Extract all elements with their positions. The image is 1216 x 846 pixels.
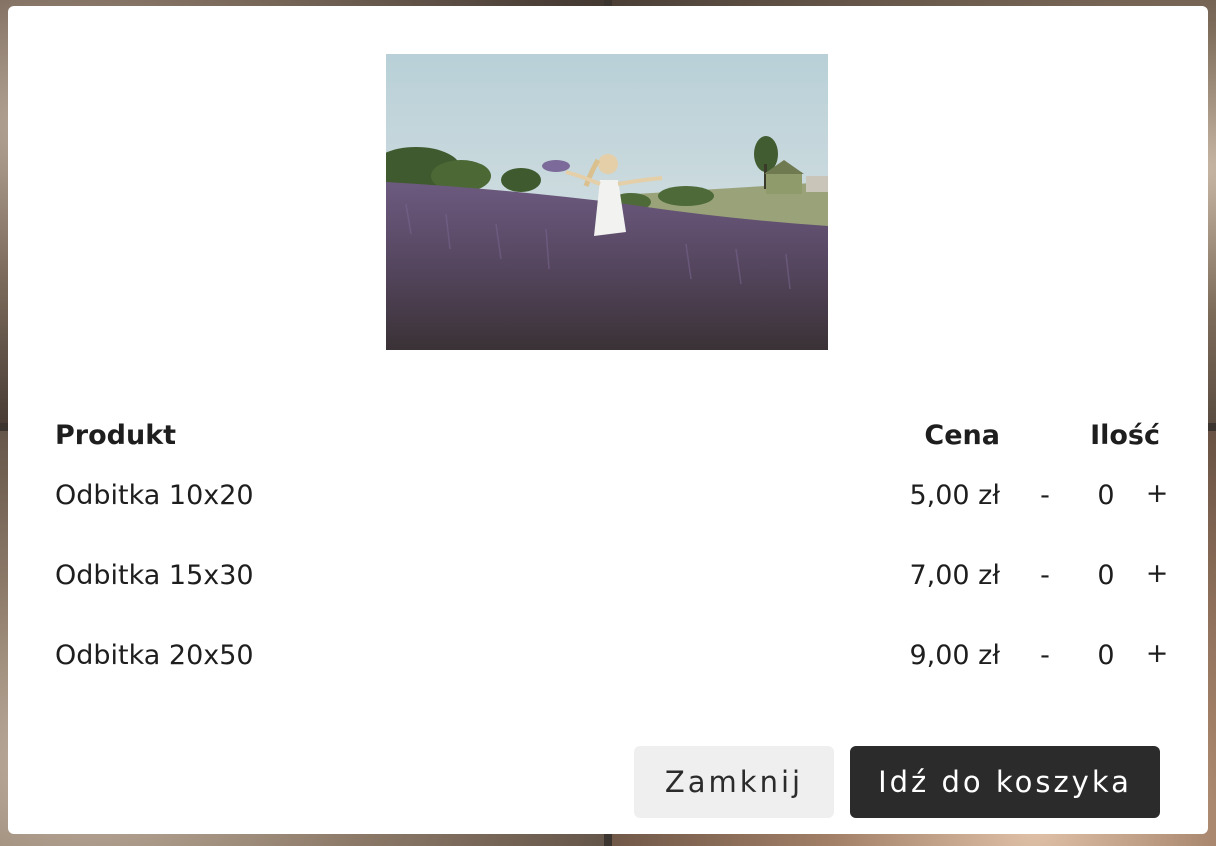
- table-header: Produkt Cena Ilość: [55, 406, 1160, 466]
- order-prints-modal: Produkt Cena Ilość Odbitka 10x20 5,00 zł…: [8, 6, 1208, 834]
- product-price: 5,00 zł: [909, 480, 1000, 511]
- product-price: 7,00 zł: [909, 560, 1000, 591]
- increase-quantity-button[interactable]: +: [1143, 634, 1171, 674]
- quantity-value: 0: [1097, 640, 1115, 671]
- decrease-quantity-button[interactable]: -: [1033, 476, 1057, 516]
- table-row: Odbitka 20x50 9,00 zł - 0 +: [55, 626, 1168, 706]
- product-table: Produkt Cena Ilość Odbitka 10x20 5,00 zł…: [55, 406, 1168, 706]
- header-price: Cena: [924, 420, 1000, 451]
- product-name: Odbitka 20x50: [55, 640, 254, 671]
- table-row: Odbitka 15x30 7,00 zł - 0 +: [55, 546, 1168, 626]
- product-price: 9,00 zł: [909, 640, 1000, 671]
- header-product: Produkt: [55, 420, 177, 451]
- product-name: Odbitka 10x20: [55, 480, 254, 511]
- quantity-value: 0: [1097, 480, 1115, 511]
- decrease-quantity-button[interactable]: -: [1033, 556, 1057, 596]
- product-name: Odbitka 15x30: [55, 560, 254, 591]
- go-to-cart-button[interactable]: Idź do koszyka: [850, 746, 1160, 818]
- decrease-quantity-button[interactable]: -: [1033, 636, 1057, 676]
- increase-quantity-button[interactable]: +: [1143, 554, 1171, 594]
- close-button[interactable]: Zamknij: [634, 746, 834, 818]
- table-row: Odbitka 10x20 5,00 zł - 0 +: [55, 466, 1168, 546]
- product-photo: [386, 54, 828, 350]
- increase-quantity-button[interactable]: +: [1143, 474, 1171, 514]
- header-quantity: Ilość: [1090, 420, 1160, 451]
- quantity-value: 0: [1097, 560, 1115, 591]
